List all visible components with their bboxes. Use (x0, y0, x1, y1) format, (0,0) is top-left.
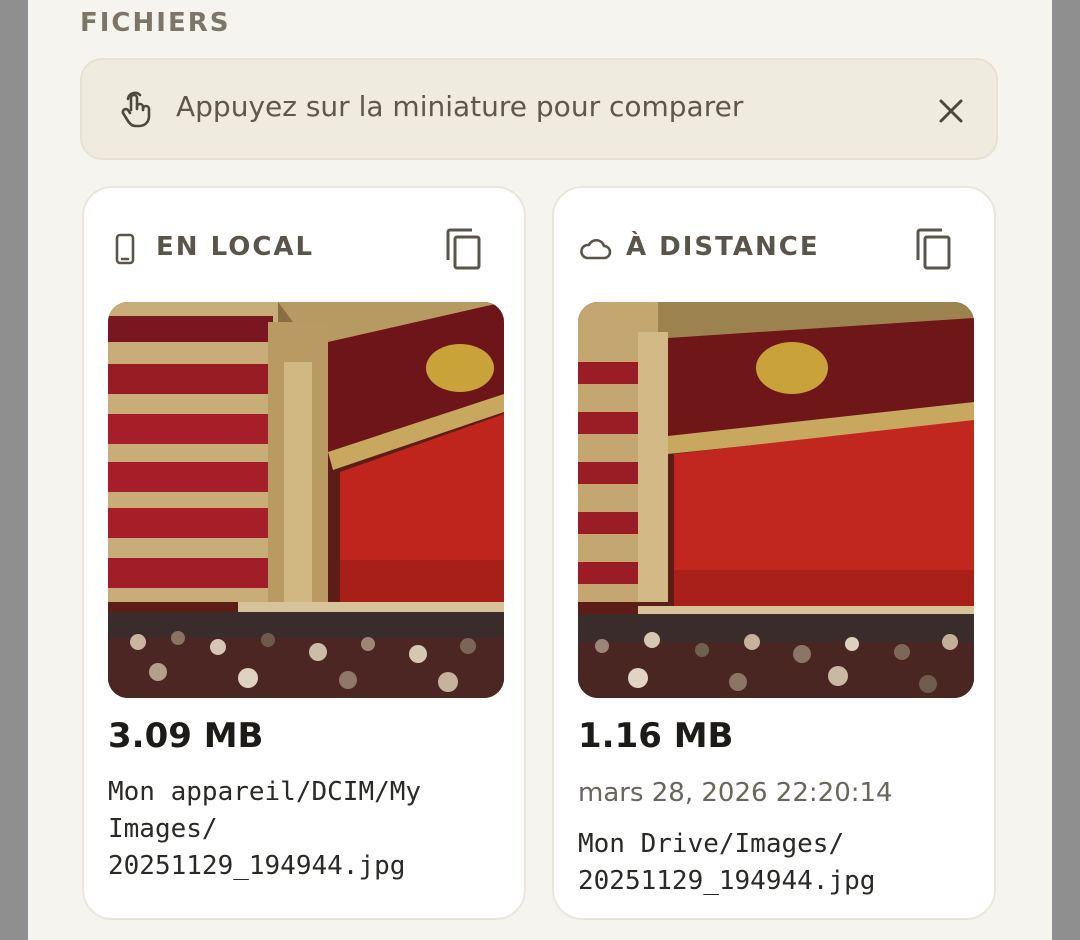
local-file-path: Mon appareil/DCIM/My Images/ 20251129_19… (108, 777, 422, 881)
hint-text: Appuyez sur la miniature pour comparer (176, 90, 744, 123)
local-thumbnail[interactable] (108, 302, 504, 698)
section-title: FICHIERS (80, 8, 231, 38)
copy-icon[interactable] (442, 226, 486, 272)
remote-file-card: À DISTANCE 1.16 MB mars 28, 2026 22:20:1… (552, 186, 996, 920)
remote-file-size: 1.16 MB (578, 716, 734, 756)
remote-modified-date: mars 28, 2026 22:20:14 (578, 778, 893, 808)
remote-thumbnail[interactable] (578, 302, 974, 698)
local-label: EN LOCAL (156, 232, 315, 262)
compare-hint-banner: Appuyez sur la miniature pour comparer (80, 58, 998, 160)
copy-icon[interactable] (912, 226, 956, 272)
phone-icon (115, 233, 135, 265)
remote-label: À DISTANCE (626, 232, 820, 262)
local-file-card: EN LOCAL 3.09 MB Mon appareil/DCIM/My Im… (82, 186, 526, 920)
touch-hand-icon (121, 91, 151, 128)
local-file-size: 3.09 MB (108, 716, 264, 756)
cloud-icon (580, 238, 612, 260)
files-sheet: FICHIERS Appuyez sur la miniature pour c… (28, 0, 1052, 940)
close-icon[interactable] (936, 96, 966, 126)
remote-file-path: Mon Drive/Images/ 20251129_194944.jpg (578, 829, 876, 896)
